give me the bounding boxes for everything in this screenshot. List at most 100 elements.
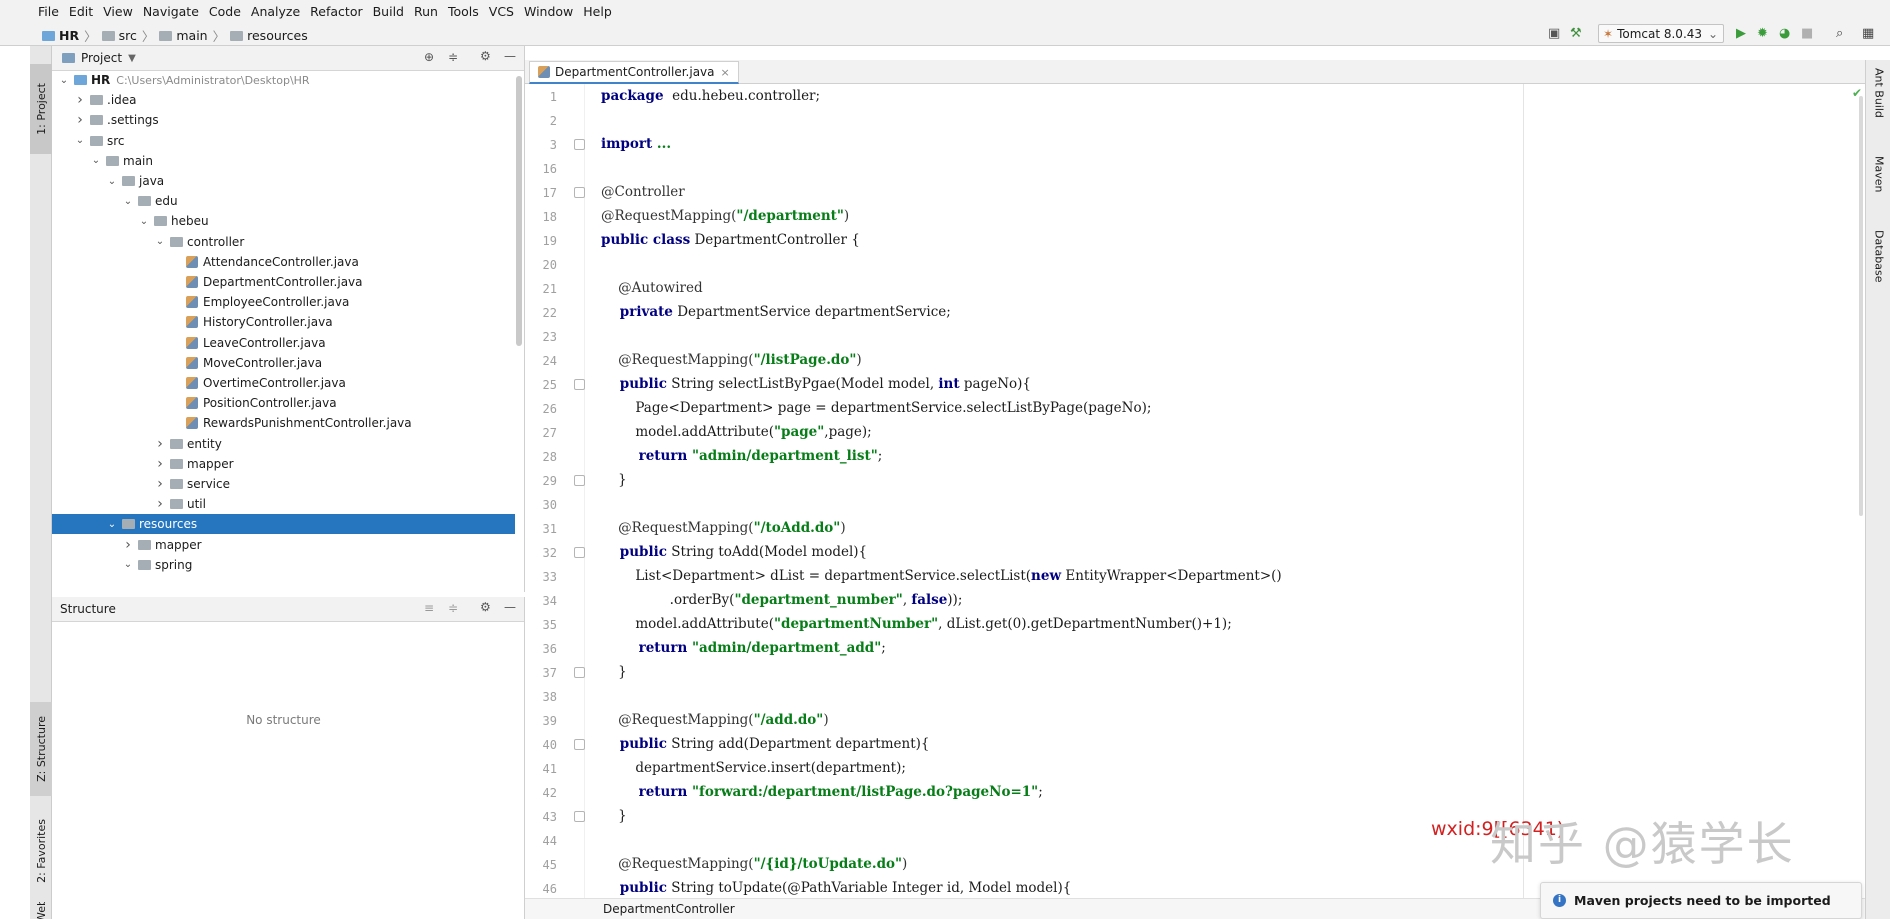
menu-window[interactable]: Window [524, 4, 573, 19]
chevron-down-icon[interactable]: ⌄ [58, 75, 70, 86]
tree-item[interactable]: › service [52, 474, 515, 494]
tree-item[interactable]: ⌄ src [52, 131, 515, 151]
tree-item[interactable]: › .idea [52, 90, 515, 110]
tab-database[interactable]: Database [1868, 230, 1890, 283]
fold-marker-icon[interactable] [574, 739, 585, 750]
chevron-right-icon[interactable]: › [154, 476, 166, 492]
tab-ant-build[interactable]: Ant Build [1868, 68, 1890, 118]
tab-project[interactable]: 1: Project [30, 64, 52, 154]
code-area[interactable]: package edu.hebeu.controller; import ... @… [585, 84, 1865, 902]
menu-code[interactable]: Code [209, 4, 241, 19]
chevron-down-icon[interactable]: ▼ [128, 53, 136, 64]
menu-tools[interactable]: Tools [448, 4, 479, 19]
menu-refactor[interactable]: Refactor [310, 4, 362, 19]
tab-favorites[interactable]: 2: Favorites [30, 806, 52, 896]
layout-icon[interactable]: ▣ [1548, 26, 1560, 41]
fold-marker-icon[interactable] [574, 667, 585, 678]
menu-file[interactable]: File [38, 4, 59, 19]
tree-item[interactable]: LeaveController.java [52, 333, 515, 353]
collapse-all-icon[interactable]: ≑ [448, 50, 458, 64]
breadcrumb-main[interactable]: main [176, 28, 207, 43]
tree-item[interactable]: OvertimeController.java [52, 373, 515, 393]
menu-view[interactable]: View [103, 4, 133, 19]
tree-item[interactable]: › entity [52, 434, 515, 454]
tree-item[interactable]: PositionController.java [52, 393, 515, 413]
chevron-down-icon[interactable]: ⌄ [90, 155, 102, 166]
menu-build[interactable]: Build [373, 4, 404, 19]
chevron-down-icon[interactable]: ⌄ [106, 176, 118, 187]
chevron-right-icon[interactable]: › [154, 456, 166, 472]
editor-tab[interactable]: DepartmentController.java × [529, 61, 739, 84]
menu-edit[interactable]: Edit [69, 4, 93, 19]
gear-icon[interactable]: ⚙ [480, 600, 491, 614]
debug-icon[interactable]: ✹ [1757, 26, 1768, 41]
fold-marker-icon[interactable] [574, 547, 585, 558]
breadcrumb-src[interactable]: src [119, 28, 137, 43]
tree-item[interactable]: › mapper [52, 454, 515, 474]
fold-marker-icon[interactable] [574, 187, 585, 198]
sort-icon[interactable]: ≡ [424, 601, 434, 615]
maven-import-notification[interactable]: i Maven projects need to be imported [1540, 882, 1862, 919]
tree-item[interactable]: › .settings [52, 110, 515, 130]
collapse-all-icon[interactable]: ≑ [448, 601, 458, 615]
chevron-right-icon[interactable]: › [74, 92, 86, 108]
tree-item[interactable]: HistoryController.java [52, 312, 515, 332]
run-config-select[interactable]: ✶ Tomcat 8.0.43 ⌄ [1598, 24, 1724, 43]
breadcrumb-resources[interactable]: resources [247, 28, 308, 43]
fold-marker-icon[interactable] [574, 475, 585, 486]
chevron-right-icon[interactable]: › [74, 112, 86, 128]
tree-item[interactable]: ⌄ spring [52, 555, 515, 575]
tree-item[interactable]: ⌄ java [52, 171, 515, 191]
tree-item[interactable]: › mapper [52, 535, 515, 555]
search-icon[interactable]: ⌕ [1836, 26, 1843, 41]
hammer-icon[interactable]: ⚒ [1570, 26, 1582, 41]
gear-icon[interactable]: ⚙ [480, 49, 491, 63]
fold-marker-icon[interactable] [574, 139, 585, 150]
tree-item[interactable]: ⌄ controller [52, 232, 515, 252]
chevron-down-icon[interactable]: ⌄ [138, 216, 150, 227]
tree-item[interactable]: RewardsPunishmentController.java [52, 413, 515, 433]
tree-item[interactable]: DepartmentController.java [52, 272, 515, 292]
project-structure-icon[interactable]: ▦ [1862, 26, 1874, 41]
tree-item[interactable]: AttendanceController.java [52, 252, 515, 272]
tree-item[interactable]: MoveController.java [52, 353, 515, 373]
breadcrumb-project[interactable]: HR [59, 28, 79, 43]
close-icon[interactable]: × [721, 66, 730, 79]
fold-marker-icon[interactable] [574, 811, 585, 822]
tab-web[interactable]: Web [30, 902, 52, 919]
chevron-down-icon[interactable]: ⌄ [154, 236, 166, 247]
menu-analyze[interactable]: Analyze [251, 4, 300, 19]
tree-item[interactable]: ⌄ hebeu [52, 211, 515, 231]
editor-scrollbar[interactable] [1859, 96, 1863, 516]
tree-item[interactable]: ⌄ HR C:\Users\Administrator\Desktop\HR [52, 70, 515, 90]
stop-icon[interactable]: ■ [1801, 26, 1813, 41]
menu-navigate[interactable]: Navigate [143, 4, 199, 19]
chevron-down-icon[interactable]: ⌄ [122, 559, 134, 570]
line-number: 3 [549, 138, 557, 152]
chevron-down-icon[interactable]: ⌄ [106, 519, 118, 530]
run-icon[interactable]: ▶ [1736, 26, 1746, 41]
tree-item[interactable]: ⌄ resources [52, 514, 515, 535]
chevron-right-icon[interactable]: › [122, 537, 134, 553]
tab-maven[interactable]: Maven [1868, 156, 1890, 192]
locate-icon[interactable]: ⊕ [424, 50, 434, 64]
chevron-down-icon[interactable]: ⌄ [122, 196, 134, 207]
project-scrollbar[interactable] [516, 76, 522, 346]
tree-item[interactable]: ⌄ main [52, 151, 515, 171]
project-panel-title[interactable]: Project [81, 51, 122, 65]
tree-item[interactable]: ⌄ edu [52, 191, 515, 211]
menu-help[interactable]: Help [583, 4, 612, 19]
menu-vcs[interactable]: VCS [489, 4, 514, 19]
chevron-right-icon[interactable]: › [154, 436, 166, 452]
fold-marker-icon[interactable] [574, 379, 585, 390]
chevron-down-icon[interactable]: ⌄ [74, 135, 86, 146]
folder-icon [138, 559, 151, 570]
menu-run[interactable]: Run [414, 4, 438, 19]
tree-item[interactable]: › util [52, 494, 515, 514]
coverage-icon[interactable]: ◕ [1779, 26, 1790, 41]
tab-structure[interactable]: Z: Structure [30, 702, 52, 796]
minimize-icon[interactable]: — [504, 600, 516, 614]
chevron-right-icon[interactable]: › [154, 496, 166, 512]
minimize-icon[interactable]: — [504, 49, 516, 63]
tree-item[interactable]: EmployeeController.java [52, 292, 515, 312]
